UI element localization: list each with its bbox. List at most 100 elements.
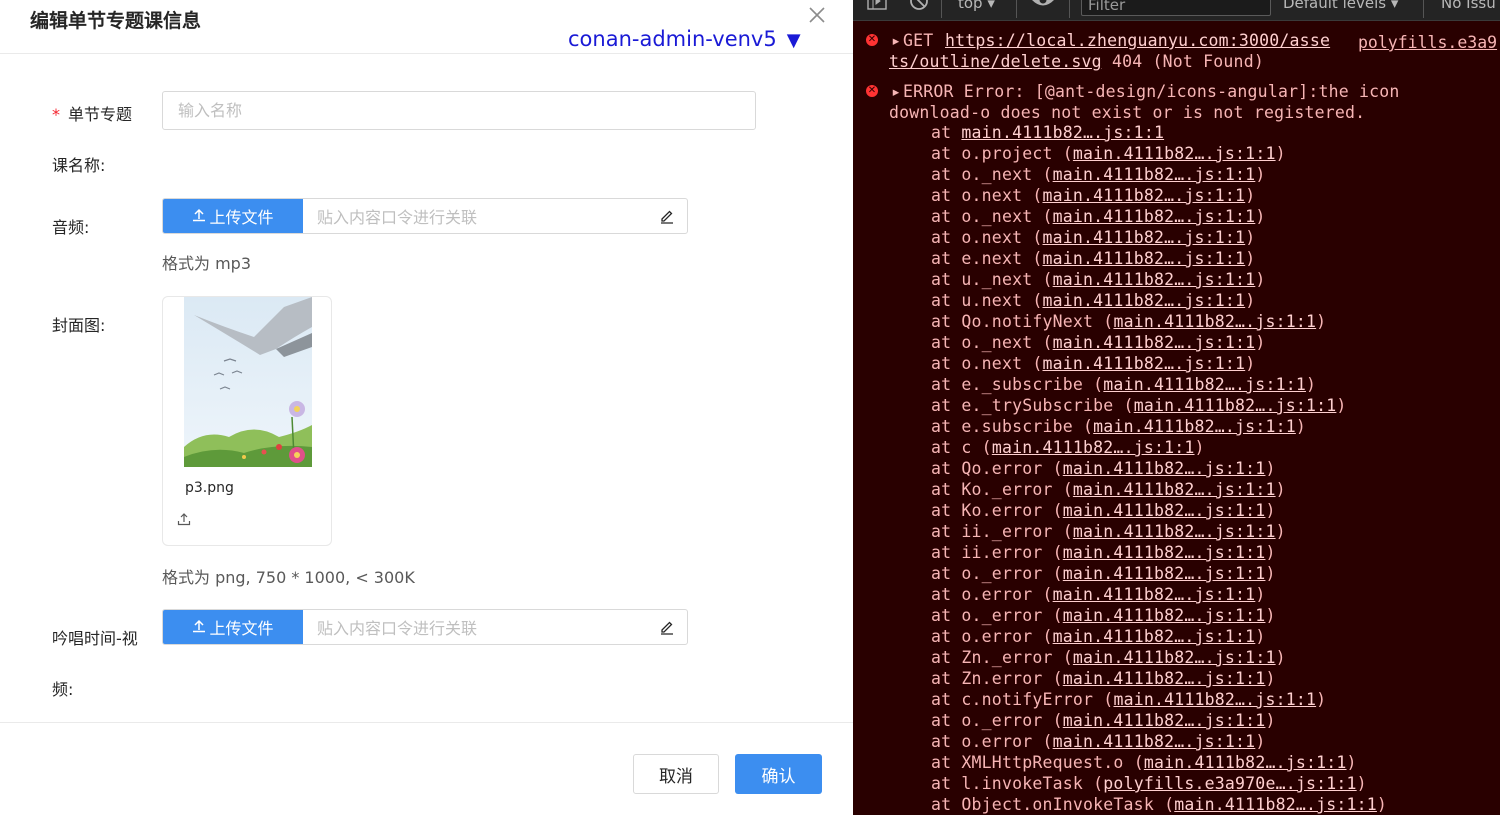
stack-source-link[interactable]: main.4111b82….js:1:1 [961, 123, 1164, 142]
stack-source-link[interactable]: main.4111b82….js:1:1 [1174, 795, 1377, 814]
edit-icon[interactable] [647, 610, 687, 644]
expand-arrow-icon[interactable]: ▸ [891, 30, 901, 51]
stack-at: at [931, 291, 962, 310]
video-upload-button[interactable]: 上传文件 [163, 610, 303, 644]
stack-function: o._next [961, 333, 1033, 352]
stack-source-link[interactable]: main.4111b82….js:1:1 [1073, 480, 1276, 499]
stack-at: at [931, 690, 962, 709]
cover-filename: p3.png [185, 480, 234, 496]
stack-source-link[interactable]: main.4111b82….js:1:1 [1073, 522, 1276, 541]
stack-at: at [931, 669, 962, 688]
stack-at: at [931, 753, 962, 772]
stack-source-link[interactable]: main.4111b82….js:1:1 [1043, 354, 1246, 373]
clear-console-icon[interactable] [909, 0, 929, 16]
stack-frame: at Ko.error (main.4111b82….js:1:1) [931, 501, 1276, 520]
filter-input[interactable]: Filter [1081, 0, 1271, 16]
stack-at: at [931, 354, 962, 373]
toolbar-divider [1069, 0, 1070, 18]
stack-source-link[interactable]: main.4111b82….js:1:1 [1103, 375, 1306, 394]
source-link[interactable]: polyfills.e3a9 [1358, 33, 1497, 52]
stack-frame: at o.error (main.4111b82….js:1:1) [931, 627, 1266, 646]
stack-source-link[interactable]: main.4111b82….js:1:1 [1063, 669, 1266, 688]
expand-arrow-icon[interactable]: ▸ [891, 81, 901, 102]
error-text: ERROR Error: [@ant-design/icons-angular]… [903, 82, 1400, 101]
stack-source-link[interactable]: main.4111b82….js:1:1 [1063, 711, 1266, 730]
edit-icon[interactable] [647, 199, 687, 233]
stack-source-link[interactable]: main.4111b82….js:1:1 [1063, 501, 1266, 520]
stack-source-link[interactable]: main.4111b82….js:1:1 [1043, 228, 1246, 247]
stack-function: o.error [961, 732, 1033, 751]
stack-source-link[interactable]: main.4111b82….js:1:1 [1073, 648, 1276, 667]
audio-token-input[interactable]: 贴入内容口令进行关联 [303, 199, 647, 233]
stack-at: at [931, 438, 962, 457]
issues-button[interactable]: No Issu [1441, 0, 1496, 12]
stack-at: at [931, 774, 962, 793]
cancel-button[interactable]: 取消 [633, 754, 719, 794]
stack-source-link[interactable]: main.4111b82….js:1:1 [1113, 690, 1316, 709]
topic-label: * 单节专题 [52, 105, 133, 124]
cover-thumbnail[interactable] [184, 297, 312, 467]
stack-frame: at ii.error (main.4111b82….js:1:1) [931, 543, 1276, 562]
stack-at: at [931, 732, 962, 751]
topic-input[interactable]: 输入名称 [162, 91, 756, 130]
request-url[interactable]: https://local.zhenguanyu.com:3000/asse [945, 30, 1330, 51]
stack-source-link[interactable]: main.4111b82….js:1:1 [1043, 186, 1246, 205]
stack-source-link[interactable]: main.4111b82….js:1:1 [1144, 753, 1347, 772]
stack-source-link[interactable]: main.4111b82….js:1:1 [1053, 207, 1256, 226]
stack-function: e._trySubscribe [961, 396, 1114, 415]
stack-frame: at c (main.4111b82….js:1:1) [931, 438, 1205, 457]
stack-frame: at o.error (main.4111b82….js:1:1) [931, 732, 1266, 751]
stack-source-link[interactable]: main.4111b82….js:1:1 [1043, 249, 1246, 268]
cover-label: 封面图: [52, 316, 106, 335]
stack-source-link[interactable]: main.4111b82….js:1:1 [1063, 543, 1266, 562]
stack-source-link[interactable]: main.4111b82….js:1:1 [1053, 165, 1256, 184]
stack-source-link[interactable]: main.4111b82….js:1:1 [1053, 627, 1256, 646]
stack-source-link[interactable]: main.4111b82….js:1:1 [1063, 606, 1266, 625]
stack-function: e._subscribe [961, 375, 1084, 394]
context-selector[interactable]: top ▾ [958, 0, 995, 12]
eye-icon[interactable] [1031, 0, 1055, 14]
close-icon[interactable] [805, 6, 829, 30]
env-selector[interactable]: conan-admin-venv5 ▼ [568, 27, 801, 51]
video-token-input[interactable]: 贴入内容口令进行关联 [303, 610, 647, 644]
stack-function: u._next [961, 270, 1033, 289]
stack-source-link[interactable]: main.4111b82….js:1:1 [1093, 417, 1296, 436]
stack-function: o.next [961, 354, 1023, 373]
stack-function: o._error [961, 711, 1043, 730]
stack-source-link[interactable]: main.4111b82….js:1:1 [1053, 270, 1256, 289]
confirm-button[interactable]: 确认 [735, 754, 822, 794]
stack-at: at [931, 543, 962, 562]
stack-frame: at o._next (main.4111b82….js:1:1) [931, 333, 1266, 352]
audio-upload-group: 上传文件 贴入内容口令进行关联 [162, 198, 688, 234]
stack-source-link[interactable]: main.4111b82….js:1:1 [1053, 333, 1256, 352]
stack-frame: at o.next (main.4111b82….js:1:1) [931, 228, 1256, 247]
sidebar-toggle-icon[interactable] [867, 0, 887, 16]
stack-at: at [931, 312, 962, 331]
log-levels-dropdown[interactable]: Default levels ▾ [1283, 0, 1398, 12]
stack-at: at [931, 123, 962, 142]
toolbar-divider [1016, 0, 1017, 18]
request-url-cont[interactable]: ts/outline/delete.svg 404 (Not Found) [889, 51, 1264, 72]
stack-function: o._error [961, 606, 1043, 625]
cover-format-hint: 格式为 png, 750 * 1000, < 300K [162, 568, 415, 587]
stack-at: at [931, 480, 962, 499]
upload-icon[interactable] [177, 511, 193, 527]
stack-source-link[interactable]: main.4111b82….js:1:1 [1053, 732, 1256, 751]
stack-source-link[interactable]: main.4111b82….js:1:1 [1043, 291, 1246, 310]
audio-upload-button[interactable]: 上传文件 [163, 199, 303, 233]
stack-source-link[interactable]: polyfills.e3a970e….js:1:1 [1103, 774, 1356, 793]
upload-icon [192, 207, 206, 226]
stack-source-link[interactable]: main.4111b82….js:1:1 [1113, 312, 1316, 331]
stack-at: at [931, 207, 962, 226]
stack-source-link[interactable]: main.4111b82….js:1:1 [992, 438, 1195, 457]
stack-source-link[interactable]: main.4111b82….js:1:1 [1053, 585, 1256, 604]
stack-source-link[interactable]: main.4111b82….js:1:1 [1063, 564, 1266, 583]
stack-function: c.notifyError [961, 690, 1094, 709]
stack-function: Ko.error [961, 501, 1043, 520]
stack-function: e.subscribe [961, 417, 1073, 436]
stack-source-link[interactable]: main.4111b82….js:1:1 [1063, 459, 1266, 478]
stack-frame: at o._error (main.4111b82….js:1:1) [931, 564, 1276, 583]
stack-source-link[interactable]: main.4111b82….js:1:1 [1134, 396, 1337, 415]
stack-function: XMLHttpRequest.o [961, 753, 1124, 772]
stack-source-link[interactable]: main.4111b82….js:1:1 [1073, 144, 1276, 163]
